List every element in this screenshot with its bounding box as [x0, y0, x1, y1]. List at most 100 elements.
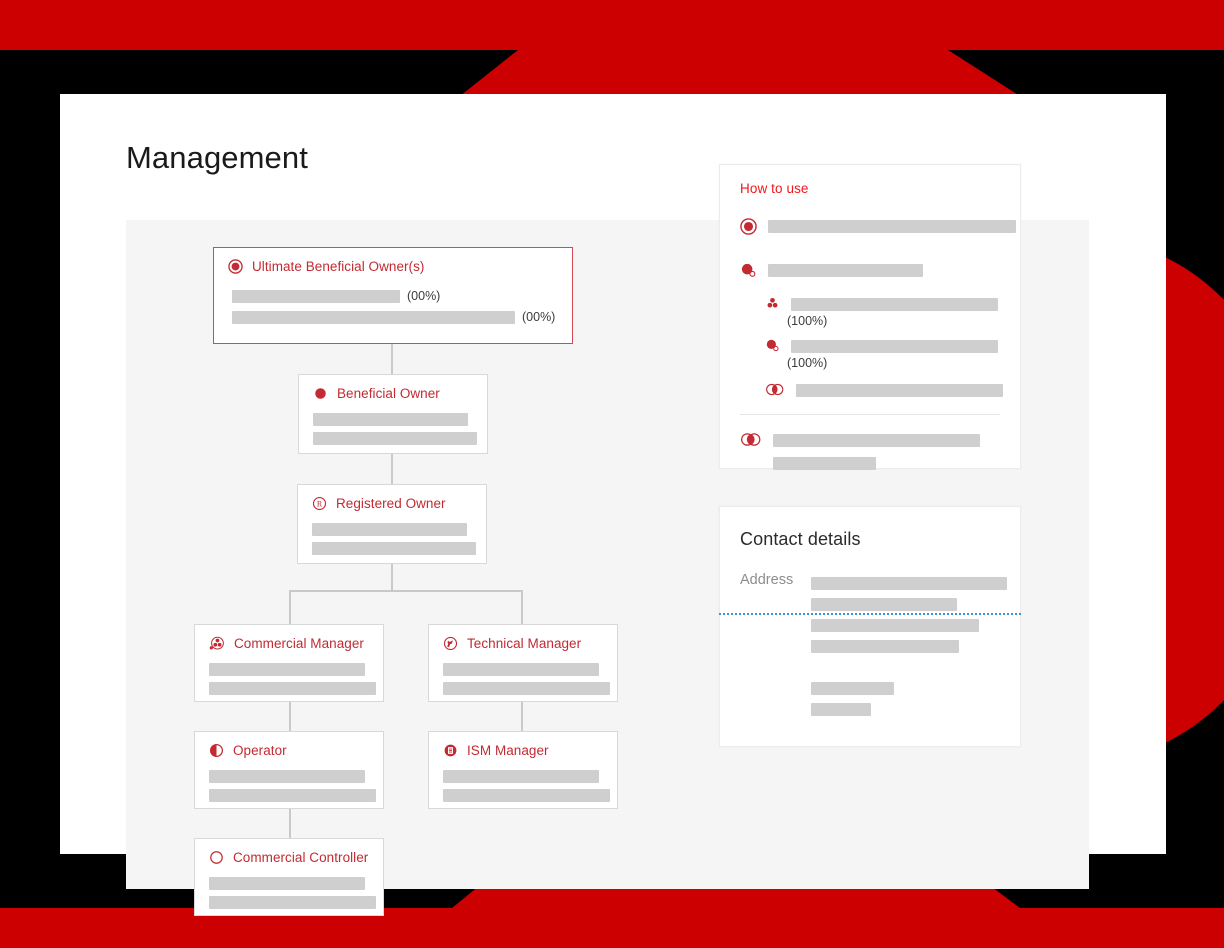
redacted-bar	[773, 457, 876, 470]
node-header: R Registered Owner	[298, 485, 486, 511]
node-ultimate-beneficial-owner[interactable]: Ultimate Beneficial Owner(s) (00%) (00%)	[213, 247, 573, 344]
redacted-bar	[209, 682, 376, 695]
redacted-bar	[811, 682, 894, 695]
redacted-bar	[796, 384, 1003, 397]
node-body	[195, 758, 383, 814]
bottom-red-band	[0, 908, 1224, 948]
redacted-bar	[768, 264, 923, 277]
node-header: Technical Manager	[429, 625, 617, 651]
redacted-bar	[312, 523, 467, 536]
redacted-bar	[313, 432, 477, 445]
connector-horizontal-split	[289, 590, 523, 592]
connector-beneficial-to-registered	[391, 454, 393, 484]
how-to-use-subitem	[720, 296, 1020, 311]
redacted-bar	[811, 619, 979, 632]
redacted-bar	[443, 770, 599, 783]
circle-with-sub-circle-icon	[765, 338, 780, 353]
redacted-bar	[791, 298, 998, 311]
connector-registered-down	[391, 564, 393, 590]
how-to-use-subitem	[720, 338, 1020, 353]
node-operator[interactable]: Operator	[194, 731, 384, 809]
node-commercial-controller[interactable]: Commercial Controller	[194, 838, 384, 916]
node-title: Beneficial Owner	[337, 386, 440, 401]
how-to-use-item	[720, 262, 1020, 279]
filled-circle-document-icon	[443, 743, 458, 758]
ownership-percent: (00%)	[522, 310, 556, 324]
node-body	[195, 865, 383, 921]
redacted-bar	[791, 340, 998, 353]
how-to-use-percent: (100%)	[787, 314, 828, 328]
redacted-bar	[443, 789, 610, 802]
node-commercial-manager[interactable]: Commercial Manager	[194, 624, 384, 702]
svg-text:R: R	[317, 500, 323, 509]
address-label: Address	[740, 572, 794, 588]
top-red-trapezoid	[460, 50, 1020, 96]
redacted-bar	[768, 220, 1016, 233]
overlapping-circles-icon	[765, 382, 785, 397]
node-body: (00%) (00%)	[214, 274, 572, 336]
node-beneficial-owner[interactable]: Beneficial Owner	[298, 374, 488, 454]
node-body	[429, 651, 617, 707]
top-red-band	[0, 0, 1224, 50]
node-row: (00%)	[232, 289, 558, 303]
node-title: Commercial Controller	[233, 850, 369, 865]
redacted-bar	[209, 770, 365, 783]
redacted-bar	[209, 896, 376, 909]
node-header: Commercial Manager	[195, 625, 383, 651]
node-header: Operator	[195, 732, 383, 758]
ring-filled-circle-icon	[228, 259, 243, 274]
contact-details-panel: Contact details Address	[719, 506, 1021, 747]
circled-wrench-icon	[443, 636, 458, 651]
node-title: Commercial Manager	[234, 636, 364, 651]
node-title: ISM Manager	[467, 743, 549, 758]
ownership-percent: (00%)	[407, 289, 441, 303]
node-header: Commercial Controller	[195, 839, 383, 865]
redacted-bar	[811, 577, 1007, 590]
redacted-bar	[811, 703, 871, 716]
node-header: Ultimate Beneficial Owner(s)	[214, 248, 572, 274]
outline-circle-icon	[209, 850, 224, 865]
node-title: Registered Owner	[336, 496, 446, 511]
page-title: Management	[126, 140, 308, 175]
node-ism-manager[interactable]: ISM Manager	[428, 731, 618, 809]
node-row: (00%)	[232, 310, 558, 324]
connector-root-to-beneficial	[391, 344, 393, 374]
ring-filled-circle-icon	[740, 218, 757, 235]
node-header: Beneficial Owner	[299, 375, 487, 401]
node-title: Operator	[233, 743, 287, 758]
how-to-use-title: How to use	[740, 181, 809, 196]
alignment-guide-line	[719, 613, 1021, 615]
node-technical-manager[interactable]: Technical Manager	[428, 624, 618, 702]
node-body	[195, 651, 383, 707]
contact-details-title: Contact details	[740, 529, 861, 549]
redacted-bar	[232, 310, 515, 324]
how-to-use-percent: (100%)	[787, 356, 828, 370]
panel-divider	[740, 414, 1000, 415]
how-to-use-footer-item	[720, 431, 1020, 470]
redacted-bar	[232, 289, 400, 303]
circle-with-sub-circle-icon	[740, 262, 757, 279]
circled-r-icon: R	[312, 496, 327, 511]
connector-to-technical-manager	[521, 590, 523, 624]
redacted-bar	[443, 663, 599, 676]
redacted-bar	[209, 663, 365, 676]
cluster-icon	[765, 296, 780, 311]
connector-to-commercial-manager	[289, 590, 291, 624]
node-title: Ultimate Beneficial Owner(s)	[252, 259, 425, 274]
redacted-bar	[209, 877, 365, 890]
circled-cluster-icon	[209, 636, 225, 651]
node-body	[429, 758, 617, 814]
redacted-bar	[313, 413, 468, 426]
half-filled-circle-icon	[209, 743, 224, 758]
redacted-bar	[811, 640, 959, 653]
redacted-bar	[209, 789, 376, 802]
redacted-bar	[773, 434, 980, 447]
node-body	[299, 401, 487, 457]
redacted-bar	[811, 598, 957, 611]
node-body	[298, 511, 486, 567]
node-registered-owner[interactable]: R Registered Owner	[297, 484, 487, 564]
node-header: ISM Manager	[429, 732, 617, 758]
address-value-block	[811, 569, 1007, 716]
how-to-use-panel: How to use (100%) (100%)	[719, 164, 1021, 470]
how-to-use-item	[720, 218, 1020, 235]
